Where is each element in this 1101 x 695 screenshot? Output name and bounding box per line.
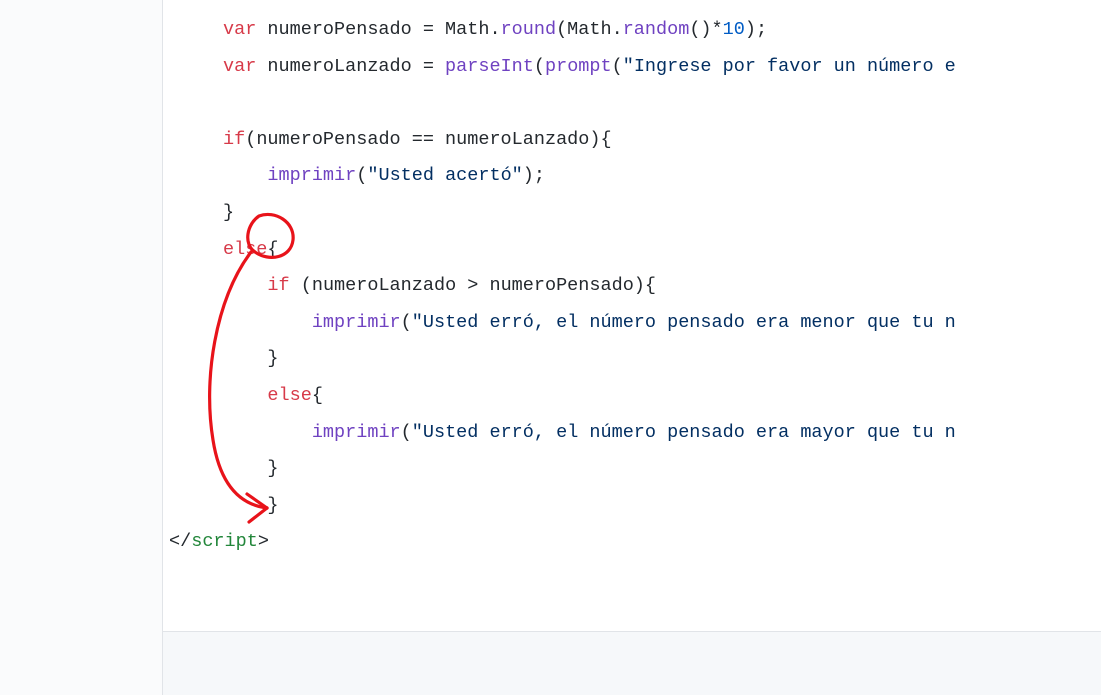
code-line-5: imprimir("Usted acertó"); [223, 158, 1101, 195]
keyword-var: var [223, 19, 256, 40]
code-line-9: imprimir("Usted erró, el número pensado … [223, 305, 1101, 342]
code-line-2: var numeroLanzado = parseInt(prompt("Ing… [223, 49, 1101, 86]
code-line-11: else{ [223, 378, 1101, 415]
code-line-3 [223, 85, 1101, 122]
code-line-15: </script> [169, 524, 1101, 561]
code-line-4: if(numeroPensado == numeroLanzado){ [223, 122, 1101, 159]
code-line-6: } [223, 195, 1101, 232]
code-viewer: var numeroPensado = Math.round(Math.rand… [0, 0, 1101, 695]
code-line-8: if (numeroLanzado > numeroPensado){ [223, 268, 1101, 305]
code-content: var numeroPensado = Math.round(Math.rand… [163, 0, 1101, 632]
code-line-14: } [223, 488, 1101, 525]
line-number-gutter [0, 0, 162, 695]
code-line-7: else{ [223, 232, 1101, 269]
code-line-1: var numeroPensado = Math.round(Math.rand… [223, 12, 1101, 49]
code-line-10: } [223, 341, 1101, 378]
code-line-13: } [223, 451, 1101, 488]
code-line-12: imprimir("Usted erró, el número pensado … [223, 415, 1101, 452]
